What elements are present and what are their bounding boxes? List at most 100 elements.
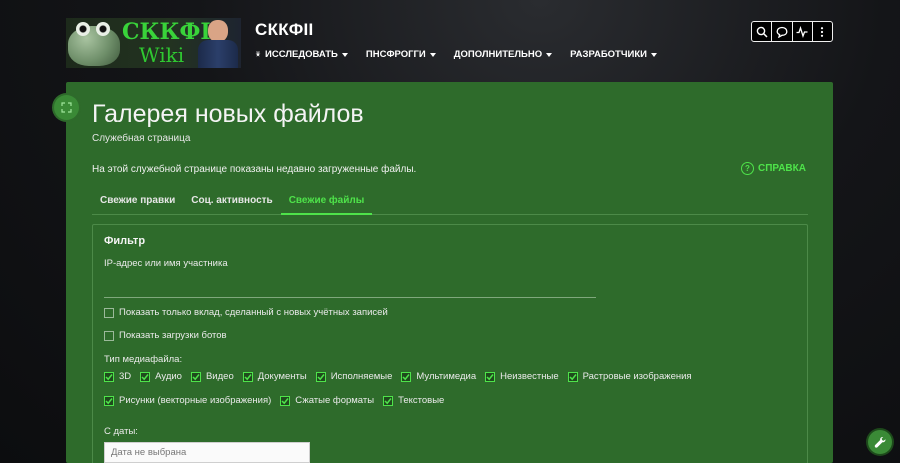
chevron-down-icon [341,52,348,57]
media-type-audio[interactable]: Аудио [140,371,182,382]
officer-body [198,40,238,68]
header-toolbar [751,21,833,42]
main-nav: ⍣ Исследовать ПНСФрогги Дополнительно Ра… [255,49,675,60]
officer-image [196,20,240,68]
chevron-down-icon [429,52,436,57]
checkmark-icon [281,397,289,404]
media-type-multimedia[interactable]: Мультимедиа [401,371,476,382]
tab-social-activity[interactable]: Соц. активность [183,188,280,215]
more-vertical-icon [821,26,824,37]
logo-wordmark-bottom: Wiki [139,43,185,67]
media-label: 3D [119,371,132,382]
media-checkbox[interactable] [242,371,253,382]
media-checkbox[interactable] [567,371,578,382]
checkmark-icon [192,373,200,380]
media-checkbox[interactable] [383,395,394,406]
media-label: Исполняемые [330,371,393,382]
page-title: Галерея новых файлов [92,100,364,128]
bots-label: Показать загрузки ботов [119,330,227,341]
media-type-bitmap[interactable]: Растровые изображения [567,371,692,382]
ip-or-user-label: IP-адрес или имя участника [104,258,228,269]
media-label: Растровые изображения [582,371,692,382]
tab-recent-changes[interactable]: Свежие правки [92,188,183,215]
frog-mascot-image [68,22,120,66]
media-checkbox[interactable] [401,371,412,382]
media-type-executables[interactable]: Исполняемые [315,371,393,382]
search-button[interactable] [752,22,773,41]
nav-item-label: Исследовать [265,49,338,60]
media-label: Сжатые форматы [295,395,375,406]
more-button[interactable] [813,22,832,41]
officer-head [208,20,228,42]
media-checkbox[interactable] [190,371,201,382]
nav-item-pnsfroggi[interactable]: ПНСФрогги [366,49,436,60]
media-checkbox[interactable] [104,371,114,382]
checkmark-icon [402,373,410,380]
checkmark-icon [384,397,392,404]
media-label: Видео [205,371,234,382]
media-type-unknown[interactable]: Неизвестные [485,371,559,382]
tools-button[interactable] [868,430,892,454]
media-type-row-2: Рисунки (векторные изображения) Сжатые ф… [104,395,453,406]
activity-icon [796,25,808,38]
ip-or-user-input[interactable] [104,276,596,298]
media-type-video[interactable]: Видео [190,371,234,382]
media-label: Мультимедиа [416,371,477,382]
site-title[interactable]: СККФII [255,20,314,40]
nav-item-label: ПНСФрогги [365,49,426,60]
nav-item-explore[interactable]: ⍣ Исследовать [255,49,348,60]
checkmark-icon [141,373,149,380]
filter-title: Фильтр [104,235,146,247]
media-type-text[interactable]: Текстовые [383,395,444,406]
media-checkbox[interactable] [485,371,496,382]
new-accounts-option[interactable]: Показать только вклад, сделанный с новых… [104,307,388,318]
nav-item-developers[interactable]: Разработчики [570,49,657,60]
start-date-label: С даты: [104,426,138,437]
chevron-down-icon [650,52,657,57]
wrench-icon [874,436,885,448]
tab-new-files[interactable]: Свежие файлы [280,188,373,215]
media-checkbox[interactable] [140,371,151,382]
checkmark-icon [105,373,113,380]
recent-activity-button[interactable] [793,22,813,41]
bots-checkbox[interactable] [104,330,114,341]
discussions-button[interactable] [772,22,793,41]
new-accounts-checkbox[interactable] [104,307,114,318]
site-logo[interactable]: СККФII Wiki [66,18,241,68]
expand-icon [61,102,72,113]
fullscreen-toggle-button[interactable] [54,95,79,120]
nav-item-label: Дополнительно [453,49,543,60]
nav-item-more[interactable]: Дополнительно [453,49,553,60]
media-type-label: Тип медиафайла: [104,354,183,365]
media-type-archives[interactable]: Сжатые форматы [280,395,374,406]
media-label: Текстовые [398,395,445,406]
media-checkbox[interactable] [315,371,326,382]
checkmark-icon [486,373,494,380]
media-type-3d[interactable]: 3D [104,371,131,382]
media-type-drawings[interactable]: Рисунки (векторные изображения) [104,395,271,406]
chat-icon [776,26,788,38]
search-icon [756,26,768,38]
help-link[interactable]: ? Справка [741,162,806,175]
special-pages-tabs: Свежие правки Соц. активность Свежие фай… [92,188,808,215]
media-label: Неизвестные [500,371,559,382]
checkmark-icon [105,397,113,404]
media-checkbox[interactable] [280,395,291,406]
page-intro-text: На этой служебной странице показаны неда… [92,164,417,175]
nav-item-label: Разработчики [570,49,647,60]
compass-icon: ⍣ [255,49,261,60]
checkmark-icon [317,373,325,380]
media-checkbox[interactable] [104,395,114,406]
bots-option[interactable]: Показать загрузки ботов [104,330,227,341]
media-type-documents[interactable]: Документы [242,371,307,382]
media-type-row-1: 3D Аудио Видео Документы Исполняемые Мул… [104,371,701,382]
checkmark-icon [244,373,252,380]
checkmark-icon [569,373,577,380]
site-header: СККФII Wiki СККФII ⍣ Исследовать ПНСФрог… [0,0,900,82]
chevron-down-icon [546,52,553,57]
help-label: Справка [758,163,806,174]
media-label: Аудио [155,371,182,382]
media-label: Документы [257,371,307,382]
start-date-input[interactable] [104,442,310,463]
help-circle-icon: ? [741,162,754,175]
